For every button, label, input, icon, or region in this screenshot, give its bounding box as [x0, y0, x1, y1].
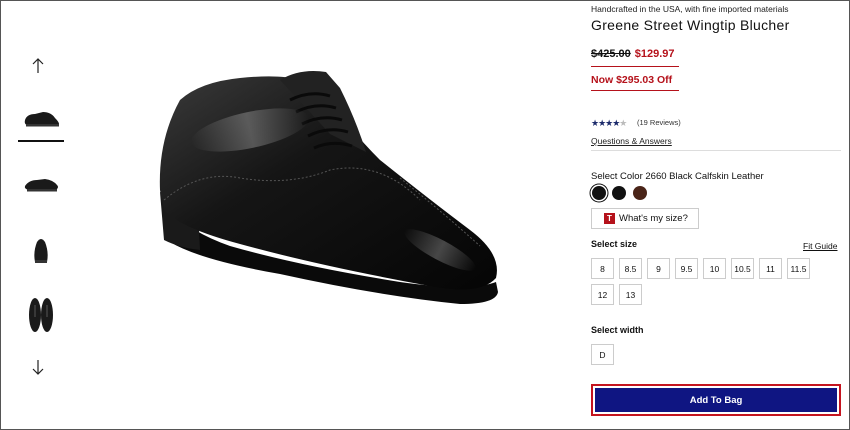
- size-option[interactable]: 10: [703, 258, 726, 279]
- product-title: Greene Street Wingtip Blucher: [591, 17, 790, 33]
- add-to-bag-label: Add To Bag: [595, 388, 837, 412]
- color-swatch-black-selected[interactable]: [592, 186, 606, 200]
- fit-guide-link[interactable]: Fit Guide: [803, 241, 838, 251]
- color-label: Select Color 2660 Black Calfskin Leather: [591, 171, 764, 182]
- price-row: $425.00 $129.97: [591, 48, 675, 60]
- color-swatch-black[interactable]: [612, 186, 626, 200]
- rating-filled-stars: ★★★★: [591, 118, 620, 128]
- main-product-image[interactable]: [140, 60, 520, 320]
- size-option[interactable]: 11: [759, 258, 782, 279]
- size-help-label: What's my size?: [619, 213, 688, 224]
- original-price: $425.00: [591, 48, 631, 60]
- thumbnail-front-view[interactable]: [18, 226, 64, 272]
- price-divider: [591, 66, 679, 67]
- color-value: 2660 Black Calfskin Leather: [645, 171, 764, 182]
- select-size-label: Select size: [591, 239, 638, 249]
- gallery-up-arrow-icon[interactable]: [28, 56, 48, 76]
- thumbnail-side-view[interactable]: [18, 96, 64, 142]
- size-option[interactable]: 8: [591, 258, 614, 279]
- add-to-bag-button[interactable]: Add To Bag: [591, 384, 841, 416]
- size-option[interactable]: 10.5: [731, 258, 754, 279]
- size-option[interactable]: 8.5: [619, 258, 642, 279]
- questions-answers-link[interactable]: Questions & Answers: [591, 136, 672, 146]
- color-swatch-brown[interactable]: [633, 186, 647, 200]
- discount-text: Now $295.03 Off: [591, 74, 673, 86]
- product-origin-note: Handcrafted in the USA, with fine import…: [591, 4, 789, 14]
- rating-empty-star: ★: [619, 118, 627, 128]
- size-option[interactable]: 11.5: [787, 258, 810, 279]
- sale-price: $129.97: [634, 48, 675, 60]
- rating-stars[interactable]: ★★★★★: [591, 118, 627, 129]
- reviews-count-link[interactable]: (19 Reviews): [637, 118, 681, 127]
- whats-my-size-button[interactable]: T What's my size?: [591, 208, 699, 229]
- thumbnail-top-pair-view[interactable]: [18, 292, 64, 338]
- size-help-badge-icon: T: [604, 213, 615, 224]
- width-option[interactable]: D: [591, 344, 614, 365]
- select-width-label: Select width: [591, 325, 644, 335]
- color-label-prefix: Select Color: [591, 171, 643, 182]
- discount-divider: [591, 90, 679, 91]
- gallery-down-arrow-icon[interactable]: [28, 357, 48, 377]
- section-divider: [591, 150, 841, 151]
- size-option[interactable]: 13: [619, 284, 642, 305]
- size-option[interactable]: 9: [647, 258, 670, 279]
- thumbnail-angled-view[interactable]: [18, 160, 64, 206]
- size-option[interactable]: 9.5: [675, 258, 698, 279]
- size-option[interactable]: 12: [591, 284, 614, 305]
